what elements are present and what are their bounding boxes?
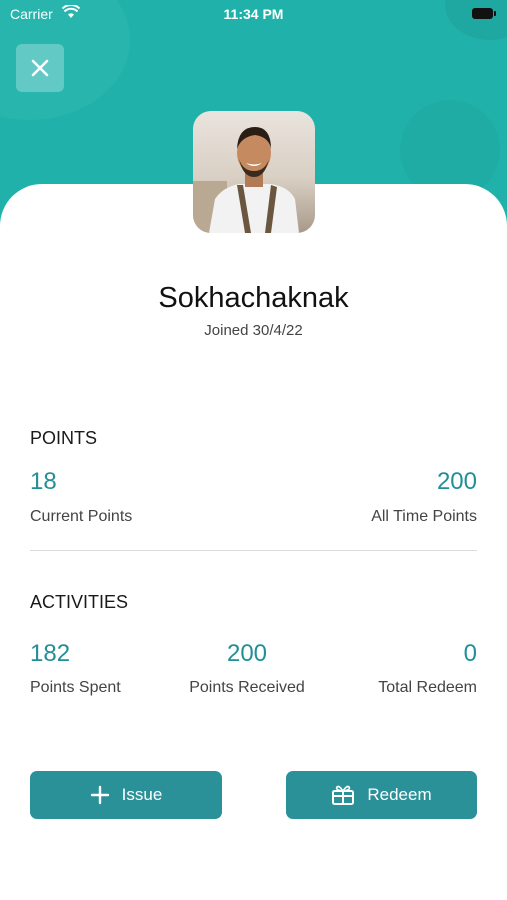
divider	[30, 550, 477, 551]
clock: 11:34 PM	[223, 6, 284, 22]
points-received-label: Points Received	[189, 679, 305, 696]
current-points-value: 18	[30, 468, 57, 495]
all-time-points-value: 200	[436, 468, 477, 495]
battery-icon	[472, 8, 496, 19]
issue-button-label: Issue	[121, 785, 163, 804]
close-button[interactable]	[16, 44, 64, 92]
activities-section-title: ACTIVITIES	[30, 592, 129, 612]
status-bar: Carrier 11:34 PM	[0, 0, 507, 30]
redeem-button-label: Redeem	[367, 785, 432, 804]
plus-icon	[90, 785, 109, 805]
points-received-value: 200	[226, 640, 268, 667]
total-redeem-value: 0	[463, 640, 477, 667]
redeem-button[interactable]: Redeem	[286, 771, 477, 819]
joined-date: Joined 30/4/22	[204, 322, 303, 339]
gift-icon	[332, 785, 355, 805]
total-redeem-label: Total Redeem	[378, 679, 477, 696]
all-time-points-label: All Time Points	[371, 508, 477, 525]
current-points-label: Current Points	[30, 508, 133, 525]
profile-name: Sokhachaknak	[158, 282, 349, 314]
issue-button[interactable]: Issue	[30, 771, 222, 819]
avatar	[193, 111, 315, 233]
close-icon	[31, 59, 49, 77]
points-section-title: POINTS	[30, 428, 98, 448]
points-spent-value: 182	[30, 640, 71, 667]
points-spent-label: Points Spent	[30, 679, 121, 696]
